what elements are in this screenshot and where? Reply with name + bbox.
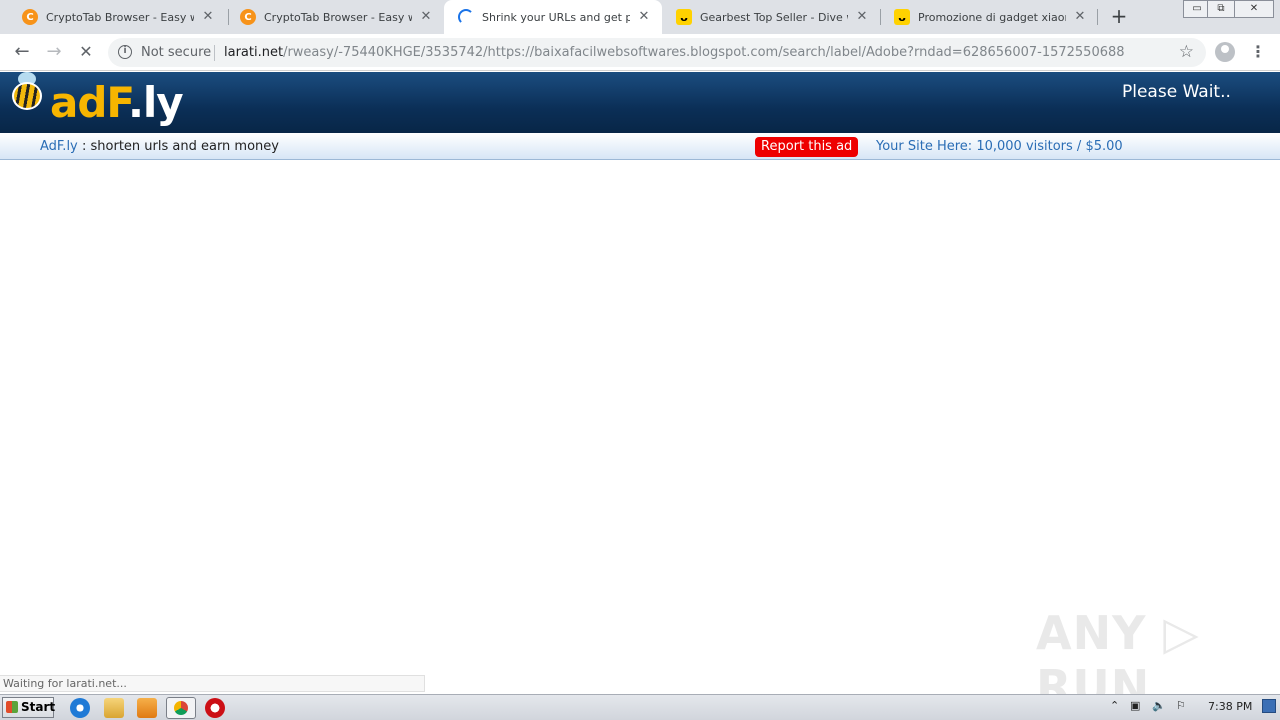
close-tab-icon[interactable]: ✕ — [636, 9, 652, 25]
url-path: /rweasy/-75440KHGE/3535742/https://baixa… — [283, 45, 1125, 60]
tab-adfly-active[interactable]: Shrink your URLs and get paid! ✕ — [444, 0, 662, 34]
clock[interactable]: 7:38 PM — [1208, 700, 1252, 713]
logo-f: F — [106, 78, 129, 127]
show-hidden-icons-icon[interactable]: ⌃ — [1110, 699, 1119, 712]
opera-icon[interactable] — [205, 698, 225, 718]
url-text[interactable]: larati.net/rweasy/-75440KHGE/3535742/htt… — [224, 45, 1125, 60]
logo-dot: . — [127, 78, 144, 127]
gearbest-icon: ᴗ — [894, 9, 910, 25]
close-tab-icon[interactable]: ✕ — [200, 9, 216, 25]
tab-title: Gearbest Top Seller - Dive with — [700, 10, 848, 24]
adfly-header: adF.ly — [0, 72, 1280, 133]
restore-button[interactable]: ⧉ — [1207, 0, 1235, 18]
system-tray: ⌃ ▣ 🔈 ⚐ — [1106, 697, 1280, 719]
gearbest-icon: ᴗ — [676, 9, 692, 25]
adfly-brand-link[interactable]: AdF.ly — [40, 139, 78, 154]
network-icon[interactable]: ▣ — [1130, 699, 1140, 712]
browser-menu-icon[interactable]: ⋮ — [1250, 40, 1266, 64]
cryptotab-icon: C — [22, 9, 38, 25]
your-site-here-link[interactable]: Your Site Here: 10,000 visitors / $5.00 — [876, 139, 1123, 154]
close-window-button[interactable]: ✕ — [1234, 0, 1274, 18]
tab-cryptotab-2[interactable]: C CryptoTab Browser - Easy way to ✕ — [226, 0, 444, 34]
volume-icon[interactable]: 🔈 — [1152, 699, 1166, 712]
adfly-subbar: AdF.ly : shorten urls and earn money Rep… — [0, 133, 1280, 160]
tab-title: Shrink your URLs and get paid! — [482, 10, 630, 24]
stop-loading-button[interactable]: ✕ — [74, 40, 98, 64]
media-player-icon[interactable] — [137, 698, 157, 718]
url-host: larati.net — [224, 45, 284, 60]
bookmark-star-icon[interactable]: ☆ — [1179, 42, 1194, 62]
tab-cryptotab-1[interactable]: C CryptoTab Browser - Easy way to ✕ — [8, 0, 226, 34]
logo-ly: ly — [142, 78, 184, 127]
close-tab-icon[interactable]: ✕ — [418, 9, 434, 25]
logo-ad: ad — [50, 78, 107, 127]
report-ad-button[interactable]: Report this ad — [755, 137, 859, 157]
address-bar[interactable]: i Not secure larati.net/rweasy/-75440KHG… — [108, 38, 1206, 67]
status-bubble: Waiting for larati.net... — [0, 675, 425, 692]
show-desktop-icon[interactable] — [1262, 699, 1276, 713]
security-status[interactable]: Not secure — [141, 45, 211, 60]
forward-button[interactable]: → — [42, 40, 66, 64]
start-button[interactable]: Start — [2, 697, 55, 718]
windows-taskbar: Start ⌃ ▣ 🔈 ⚐ 7:38 PM — [0, 694, 1280, 720]
divider — [214, 45, 215, 61]
new-tab-button[interactable]: + — [1109, 6, 1129, 26]
close-tab-icon[interactable]: ✕ — [1072, 9, 1088, 25]
bee-logo-icon — [10, 72, 44, 110]
file-explorer-icon[interactable] — [104, 698, 124, 718]
tagline: : shorten urls and earn money — [82, 139, 279, 154]
tab-title: CryptoTab Browser - Easy way to — [264, 10, 412, 24]
action-center-flag-icon[interactable]: ⚐ — [1176, 699, 1186, 712]
tab-gearbest-1[interactable]: ᴗ Gearbest Top Seller - Dive with ✕ — [662, 0, 880, 34]
tab-title: CryptoTab Browser - Easy way to — [46, 10, 194, 24]
please-wait-text: Please Wait.. — [1122, 82, 1231, 102]
loading-spinner-icon — [458, 9, 474, 25]
browser-toolbar: ← → ✕ i Not secure larati.net/rweasy/-75… — [0, 34, 1280, 71]
tab-gearbest-2[interactable]: ᴗ Promozione di gadget xiaomi fino ✕ — [880, 0, 1098, 34]
internet-explorer-icon[interactable] — [70, 698, 90, 718]
back-button[interactable]: ← — [10, 40, 34, 64]
cryptotab-icon: C — [240, 9, 256, 25]
close-tab-icon[interactable]: ✕ — [854, 9, 870, 25]
info-icon[interactable]: i — [118, 45, 132, 59]
adfly-logo[interactable]: adF.ly — [50, 78, 184, 128]
tab-separator — [1097, 9, 1098, 25]
chrome-icon[interactable] — [166, 697, 196, 719]
tab-strip: C CryptoTab Browser - Easy way to ✕ C Cr… — [0, 0, 1280, 34]
profile-avatar-icon[interactable] — [1215, 42, 1235, 62]
tab-title: Promozione di gadget xiaomi fino — [918, 10, 1066, 24]
